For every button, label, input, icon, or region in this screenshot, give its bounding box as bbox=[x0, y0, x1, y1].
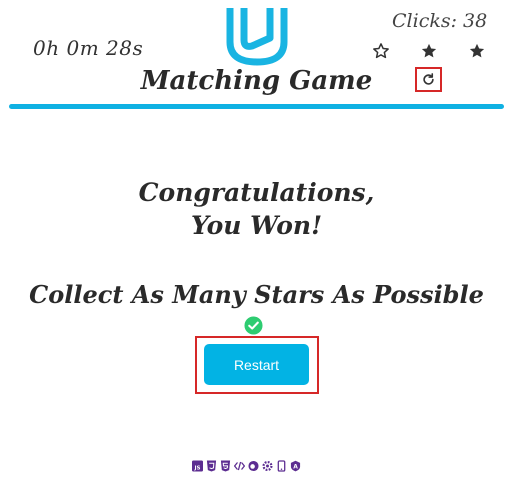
restart-button[interactable]: Restart bbox=[204, 344, 309, 385]
congrats-line1: Congratulations, bbox=[138, 178, 375, 207]
star-outline-icon bbox=[373, 43, 389, 59]
clicks-counter: Clicks: 38 bbox=[392, 10, 488, 32]
settings-icon bbox=[262, 460, 273, 472]
congrats-line2: You Won! bbox=[190, 211, 323, 240]
css3-icon bbox=[206, 460, 217, 472]
header-divider bbox=[9, 104, 504, 109]
firefox-icon bbox=[248, 460, 259, 472]
mobile-icon bbox=[277, 460, 286, 472]
svg-text:JS: JS bbox=[193, 466, 200, 472]
js-icon: JS bbox=[192, 460, 203, 472]
html5-icon bbox=[220, 460, 231, 472]
header: 0h 0m 28s Matching Game Clicks: 38 bbox=[0, 0, 513, 112]
svg-text:A: A bbox=[293, 464, 298, 471]
restart-icon-button[interactable] bbox=[415, 67, 442, 92]
star-rating bbox=[368, 42, 492, 64]
footer-icons: JS A bbox=[192, 459, 301, 473]
udacity-logo bbox=[226, 8, 288, 66]
accessibility-icon: A bbox=[290, 460, 301, 472]
star-filled-icon bbox=[421, 43, 437, 58]
timer: 0h 0m 28s bbox=[33, 36, 144, 60]
star-filled-icon bbox=[469, 43, 485, 58]
restart-icon bbox=[423, 73, 434, 85]
collect-message: Collect As Many Stars As Possible bbox=[29, 280, 484, 309]
code-icon bbox=[234, 461, 245, 471]
check-circle-icon bbox=[244, 316, 263, 335]
congrats-message: Congratulations, You Won! bbox=[0, 176, 513, 242]
